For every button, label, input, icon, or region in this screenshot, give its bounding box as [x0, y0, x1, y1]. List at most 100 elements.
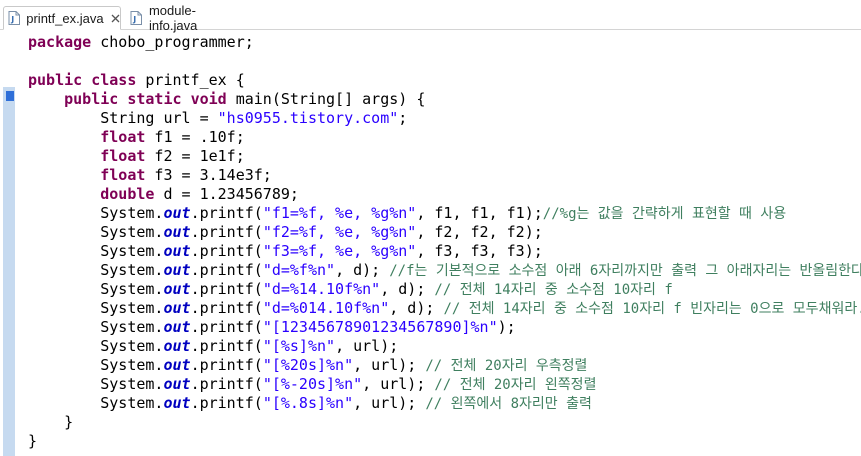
string-literal: "[%.8s]%n": [262, 394, 354, 412]
code-line[interactable]: System.out.printf("d=%f%n", d); //f는 기본적…: [28, 261, 861, 280]
code-line[interactable]: System.out.printf("[%.8s]%n", url); // 왼…: [28, 394, 861, 413]
code-line[interactable]: System.out.printf("d=%014.10f%n", d); //…: [28, 299, 861, 318]
svg-text:J: J: [133, 15, 137, 24]
code-text: System.: [28, 261, 164, 279]
code-text: , url);: [362, 375, 435, 393]
field-token: out: [163, 394, 191, 412]
keyword-token: void: [190, 90, 227, 108]
code-line[interactable]: System.out.printf("[%s]%n", url);: [28, 337, 861, 356]
keyword-token: class: [91, 71, 137, 89]
tab-label: printf_ex.java: [26, 10, 104, 26]
code-text: System.: [28, 356, 164, 374]
code-text: System.: [28, 204, 164, 222]
code-text: main(String[] args) {: [226, 90, 426, 108]
code-line[interactable]: package chobo_programmer;: [28, 33, 861, 52]
code-line[interactable]: double d = 1.23456789;: [28, 185, 861, 204]
code-line[interactable]: System.out.printf("[12345678901234567890…: [28, 318, 861, 337]
code-text: }: [28, 432, 38, 450]
code-text: System.: [28, 375, 164, 393]
code-line[interactable]: float f3 = 3.14e3f;: [28, 166, 861, 185]
code-text: System.: [28, 242, 164, 260]
string-literal: "f1=%f, %e, %g%n": [262, 204, 417, 222]
code-line[interactable]: public class printf_ex {: [28, 71, 861, 90]
code-text: d = 1.23456789;: [154, 185, 299, 203]
keyword-token: float: [100, 166, 146, 184]
code-text: .printf(: [190, 204, 263, 222]
code-line[interactable]: System.out.printf("[%20s]%n", url); // 전…: [28, 356, 861, 375]
comment: // 왼쪽에서 8자리만 출력: [425, 396, 592, 412]
code-line[interactable]: public static void main(String[] args) {: [28, 90, 861, 109]
code-line[interactable]: float f1 = .10f;: [28, 128, 861, 147]
code-text: .printf(: [190, 280, 263, 298]
comment: // 전체 14자리 중 소수점 10자리 f 빈자리는 0으로 모두채워라.: [443, 301, 861, 317]
code-text: f2 = 1e1f;: [145, 147, 245, 165]
code-text: .printf(: [190, 394, 263, 412]
tab-printf-ex-java[interactable]: J printf_ex.java: [3, 6, 121, 30]
code-text: , d);: [380, 280, 435, 298]
code-line[interactable]: }: [28, 413, 861, 432]
code-text: String url =: [28, 109, 218, 127]
code-text: .printf(: [190, 299, 263, 317]
code-text: ;: [398, 109, 408, 127]
code-text: , f3, f3, f3);: [416, 242, 543, 260]
code-text: .printf(: [190, 337, 263, 355]
code-text: .printf(: [190, 318, 263, 336]
string-literal: "hs0955.tistory.com": [217, 109, 399, 127]
code-text: }: [28, 413, 74, 431]
code-text: f3 = 3.14e3f;: [145, 166, 272, 184]
code-text: System.: [28, 337, 164, 355]
string-literal: "[12345678901234567890]%n": [262, 318, 498, 336]
string-literal: "f3=%f, %e, %g%n": [262, 242, 417, 260]
code-text: .printf(: [190, 375, 263, 393]
code-text: , f2, f2, f2);: [416, 223, 543, 241]
code-text: System.: [28, 223, 164, 241]
comment: //%g는 값을 간략하게 표현할 때 사용: [542, 206, 787, 222]
code-text: printf_ex {: [136, 71, 245, 89]
string-literal: "[%20s]%n": [262, 356, 354, 374]
field-token: out: [163, 299, 191, 317]
code-line[interactable]: String url = "hs0955.tistory.com";: [28, 109, 861, 128]
code-text: f1 = .10f;: [145, 128, 245, 146]
code-line[interactable]: System.out.printf("[%-20s]%n", url); // …: [28, 375, 861, 394]
code-text: , url);: [335, 337, 399, 355]
keyword-token: float: [100, 128, 146, 146]
string-literal: "f2=%f, %e, %g%n": [262, 223, 417, 241]
comment: // 전체 20자리 왼쪽정렬: [434, 377, 597, 393]
code-line[interactable]: System.out.printf("f3=%f, %e, %g%n", f3,…: [28, 242, 861, 261]
code-line[interactable]: float f2 = 1e1f;: [28, 147, 861, 166]
code-text: , f1, f1, f1);: [416, 204, 543, 222]
close-icon[interactable]: [111, 13, 120, 23]
current-scope-marker: [6, 91, 14, 101]
string-literal: "[%-20s]%n": [262, 375, 363, 393]
code-text: , d);: [389, 299, 444, 317]
editor-tab-bar: J printf_ex.java J module-info.java: [0, 0, 861, 33]
code-text: chobo_programmer;: [91, 33, 254, 51]
java-file-icon: J: [130, 11, 143, 25]
code-line[interactable]: System.out.printf("f2=%f, %e, %g%n", f2,…: [28, 223, 861, 242]
code-text: .printf(: [190, 223, 263, 241]
keyword-token: public: [64, 90, 119, 108]
tab-module-info-java[interactable]: J module-info.java: [126, 3, 244, 33]
code-text: System.: [28, 280, 164, 298]
code-text: System.: [28, 318, 164, 336]
code-text: .printf(: [190, 356, 263, 374]
string-literal: "d=%14.10f%n": [262, 280, 381, 298]
code-text: System.: [28, 394, 164, 412]
string-literal: "d=%014.10f%n": [262, 299, 390, 317]
code-text: , url);: [353, 356, 426, 374]
keyword-token: float: [100, 147, 146, 165]
field-token: out: [163, 223, 191, 241]
code-editor[interactable]: package chobo_programmer;public class pr…: [28, 33, 861, 451]
code-line[interactable]: [28, 52, 861, 71]
string-literal: "d=%f%n": [262, 261, 336, 279]
code-line[interactable]: System.out.printf("f1=%f, %e, %g%n", f1,…: [28, 204, 861, 223]
code-line[interactable]: System.out.printf("d=%14.10f%n", d); // …: [28, 280, 861, 299]
field-token: out: [163, 356, 191, 374]
code-line[interactable]: }: [28, 432, 861, 451]
